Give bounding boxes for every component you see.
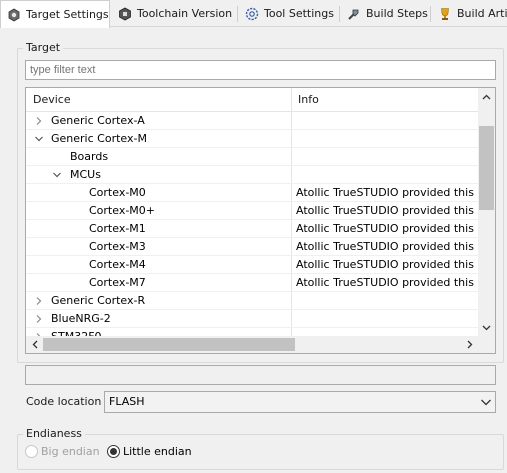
vertical-scroll-thumb[interactable] [479, 126, 494, 210]
scroll-up-icon[interactable] [478, 88, 495, 105]
code-location-label: Code location [26, 395, 102, 408]
tab-bar: Target Settings Toolchain Version Tool S… [0, 0, 507, 28]
tree-row[interactable]: Boards [26, 148, 478, 166]
tab-label: Build Steps [366, 7, 428, 20]
tree-row[interactable]: Cortex-M0 Atollic TrueSTUDIO provided thi… [26, 184, 478, 202]
tab-build-steps[interactable]: Build Steps [341, 1, 431, 26]
device-name: Cortex-M3 [89, 240, 146, 253]
tab-label: Tool Settings [264, 7, 334, 20]
device-info: Atollic TrueSTUDIO provided this d [296, 240, 478, 253]
horizontal-scroll-thumb[interactable] [43, 338, 295, 351]
tab-build-artifact[interactable]: Build Arti [432, 1, 507, 26]
device-info: Atollic TrueSTUDIO provided this d [296, 186, 478, 199]
device-name: MCUs [70, 168, 101, 181]
device-info [296, 166, 478, 184]
big-endian-radio[interactable]: Big endian [25, 445, 100, 458]
tab-label: Target Settings [26, 8, 109, 21]
chevron-right-icon[interactable] [34, 296, 44, 306]
code-location-value: FLASH [109, 395, 145, 408]
device-name: Cortex-M1 [89, 222, 146, 235]
device-info [296, 130, 478, 148]
scroll-down-icon[interactable] [478, 319, 495, 336]
device-info: Atollic TrueSTUDIO provided this d [296, 258, 478, 271]
device-info [296, 112, 478, 130]
device-info [296, 148, 478, 166]
radio-label: Big endian [41, 445, 100, 458]
chevron-right-icon[interactable] [34, 314, 44, 324]
device-name: Generic Cortex-R [51, 294, 146, 307]
chevron-down-icon[interactable] [52, 170, 62, 180]
little-endian-radio[interactable]: Little endian [107, 445, 192, 458]
device-name: BlueNRG-2 [51, 312, 111, 325]
device-name: Generic Cortex-A [51, 114, 145, 127]
chevron-down-icon[interactable] [34, 134, 44, 144]
trophy-icon [438, 7, 452, 21]
tree-row[interactable]: Generic Cortex-M [26, 130, 478, 148]
table-header: Device Info [26, 88, 478, 112]
column-header-device[interactable]: Device [26, 88, 71, 112]
chevron-down-icon [480, 397, 492, 407]
tree-row[interactable]: MCUs [26, 166, 478, 184]
tree-row[interactable]: Cortex-M4 Atollic TrueSTUDIO provided thi… [26, 256, 478, 274]
scroll-right-icon[interactable] [461, 336, 478, 353]
radio-circle [25, 445, 38, 458]
scroll-corner [478, 336, 495, 353]
tab-target-settings[interactable]: Target Settings [0, 0, 110, 28]
tab-toolchain-version[interactable]: Toolchain Version [112, 1, 238, 26]
column-header-info[interactable]: Info [291, 88, 319, 112]
tree-row[interactable]: Cortex-M1 Atollic TrueSTUDIO provided thi… [26, 220, 478, 238]
tab-label: Build Arti [457, 7, 507, 20]
code-location-select[interactable]: FLASH [104, 391, 496, 413]
vertical-scrollbar[interactable] [478, 88, 495, 336]
horizontal-scrollbar[interactable] [26, 336, 478, 353]
device-name: Cortex-M0 [89, 186, 146, 199]
build-steps-icon [347, 7, 361, 21]
device-name: Cortex-M7 [89, 276, 146, 289]
device-info [296, 310, 478, 328]
tab-label: Toolchain Version [137, 7, 233, 20]
target-group-title: Target [23, 41, 64, 54]
device-info-box [25, 365, 496, 385]
tree-row[interactable]: BlueNRG-2 [26, 310, 478, 328]
tab-tool-settings[interactable]: Tool Settings [239, 1, 340, 26]
chevron-right-icon[interactable] [34, 116, 44, 126]
radio-label: Little endian [123, 445, 192, 458]
tree-row[interactable]: Generic Cortex-R [26, 292, 478, 310]
device-tree-table: Device Info Generic Cortex-A Generic Cort… [25, 87, 496, 354]
device-name: Cortex-M4 [89, 258, 146, 271]
device-info: Atollic TrueSTUDIO provided this d [296, 222, 478, 235]
device-name: Cortex-M0+ [89, 204, 156, 217]
gear-icon [7, 8, 21, 22]
scroll-left-icon[interactable] [26, 336, 43, 353]
device-info: Atollic TrueSTUDIO provided this d [296, 276, 478, 289]
radio-circle-selected [107, 445, 120, 458]
tool-settings-icon [245, 7, 259, 21]
tree-row[interactable]: Generic Cortex-A [26, 112, 478, 130]
device-info: Atollic TrueSTUDIO provided this d [296, 204, 478, 217]
filter-input[interactable] [25, 60, 496, 80]
device-name: Generic Cortex-M [51, 132, 147, 145]
endianess-group-title: Endianess [23, 427, 85, 440]
chip-icon [118, 7, 132, 21]
tree-row[interactable]: Cortex-M7 Atollic TrueSTUDIO provided thi… [26, 274, 478, 292]
device-name: Boards [70, 150, 109, 163]
tree-row[interactable]: Cortex-M0+ Atollic TrueSTUDIO provided th… [26, 202, 478, 220]
device-info [296, 292, 478, 310]
tree-row[interactable]: Cortex-M3 Atollic TrueSTUDIO provided thi… [26, 238, 478, 256]
